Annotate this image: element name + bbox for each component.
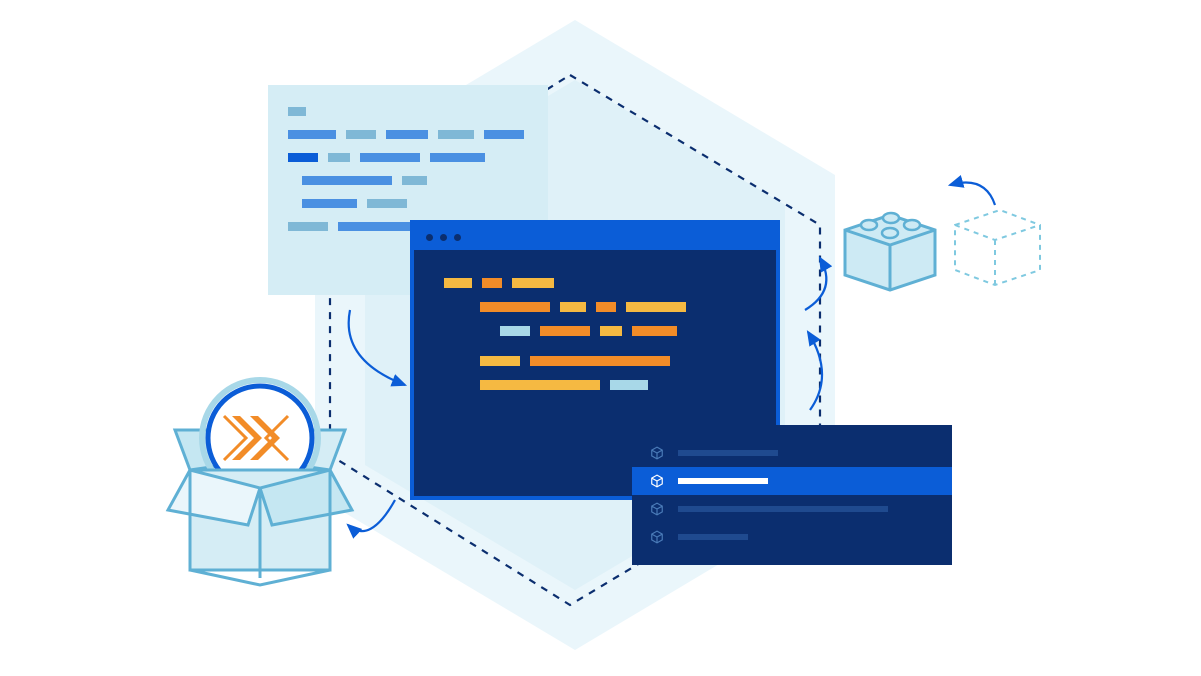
window-dot-icon [454, 234, 461, 241]
package-icon [650, 502, 664, 516]
list-item-selected [632, 467, 952, 495]
package-box [160, 360, 360, 590]
flow-arrow-icon [790, 320, 850, 420]
flow-arrow-icon [940, 170, 1010, 220]
list-item [632, 439, 952, 467]
window-dot-icon [426, 234, 433, 241]
window-titlebar [414, 224, 776, 250]
package-icon [650, 474, 664, 488]
module-list-panel [632, 425, 952, 565]
diagram-canvas [0, 0, 1201, 676]
flow-arrow-icon [335, 300, 425, 400]
code-body [414, 250, 776, 424]
package-icon [650, 530, 664, 544]
flow-arrow-icon [790, 250, 850, 320]
list-item [632, 523, 952, 551]
window-dot-icon [440, 234, 447, 241]
flow-arrow-icon [340, 490, 410, 550]
package-icon [650, 446, 664, 460]
list-item [632, 495, 952, 523]
